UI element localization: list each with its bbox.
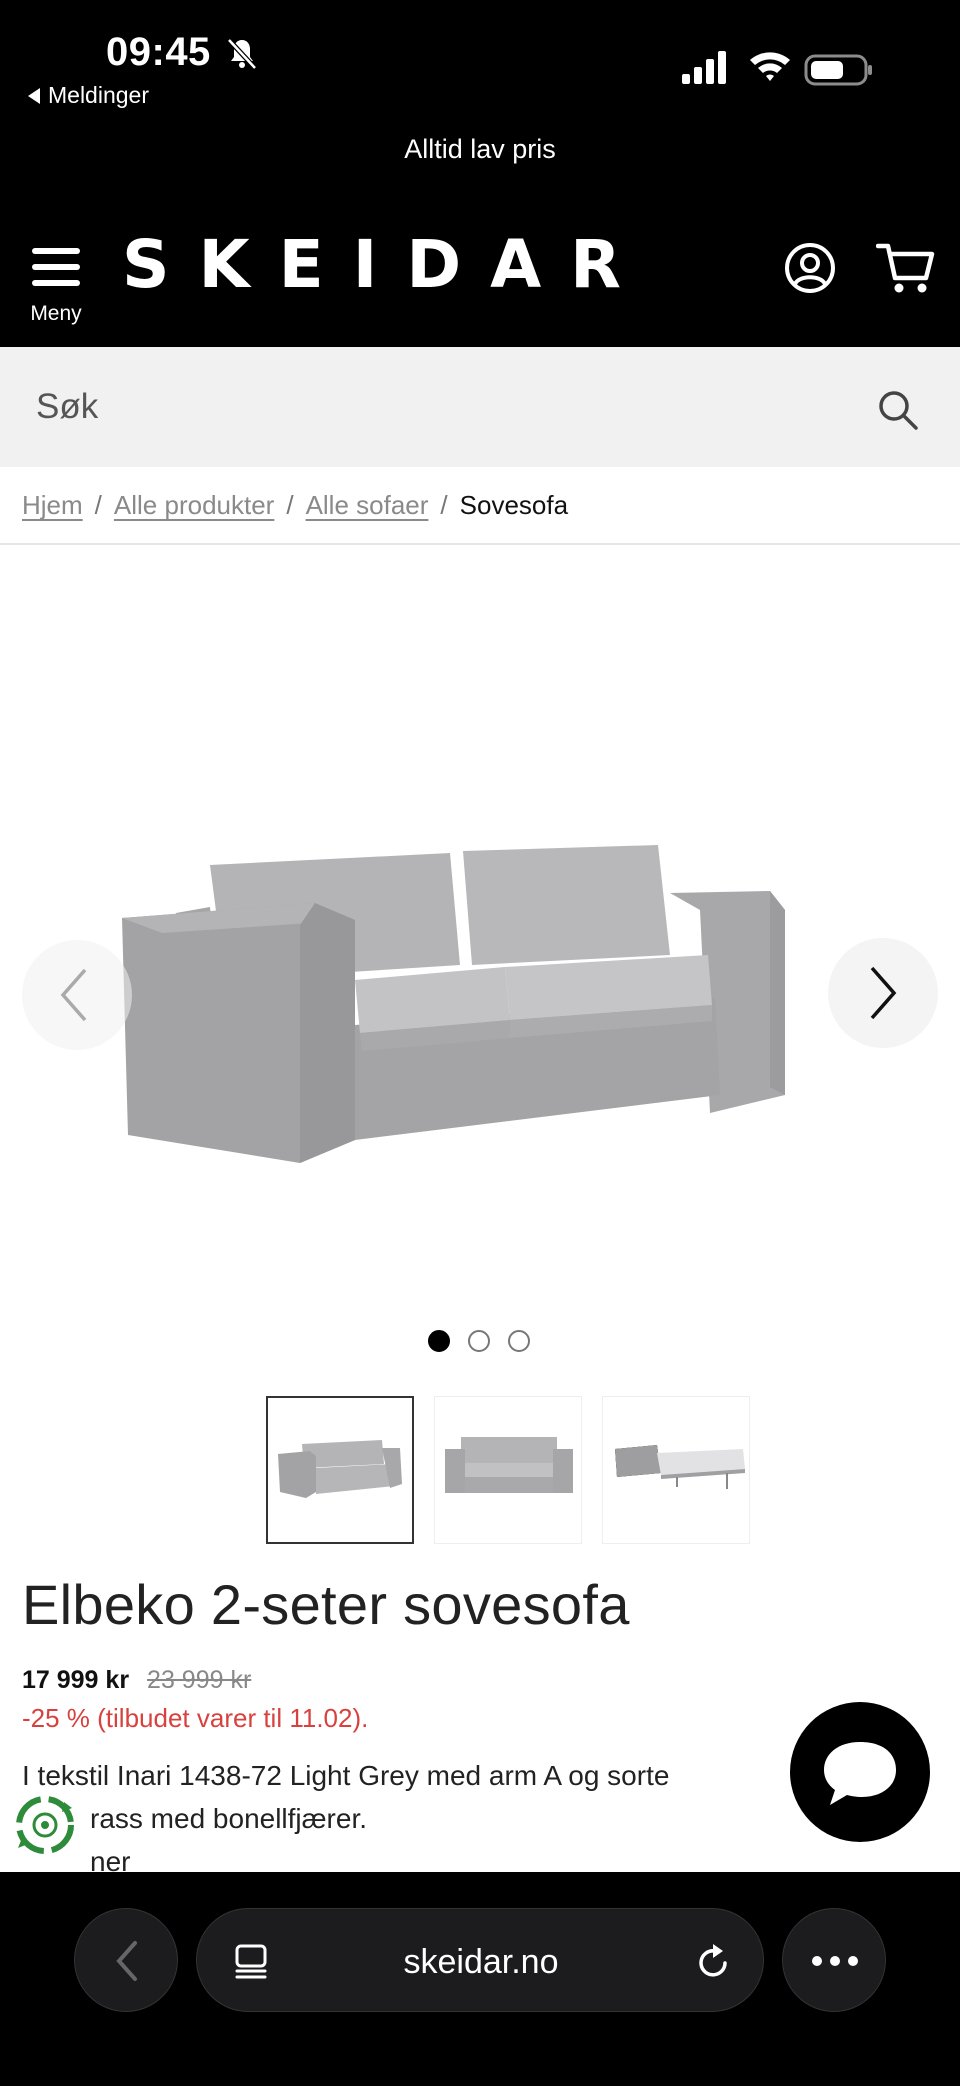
gallery-prev-button[interactable]	[22, 940, 132, 1050]
account-icon[interactable]	[784, 242, 836, 294]
pagination-dot[interactable]	[508, 1330, 530, 1352]
browser-bottom-bar: skeidar.no	[0, 1872, 960, 2086]
thumbnail-2[interactable]	[434, 1396, 582, 1544]
gallery-next-button[interactable]	[828, 938, 938, 1048]
back-app-label: Meldinger	[48, 82, 149, 108]
chevron-right-icon	[870, 966, 897, 1020]
breadcrumb-separator: /	[286, 490, 294, 520]
chat-bubble-icon	[824, 1742, 896, 1805]
wifi-icon	[750, 52, 790, 81]
menu-button[interactable]: Meny	[26, 242, 86, 325]
sofa-bed-thumbnail-image	[615, 1445, 745, 1489]
browser-back-button[interactable]	[74, 1908, 178, 2012]
status-time: 09:45	[106, 30, 211, 74]
cart-icon[interactable]	[876, 240, 936, 296]
price-row: 17 999 kr 23 999 kr	[22, 1666, 251, 1695]
old-price: 23 999 kr	[147, 1666, 252, 1694]
recycle-icon	[16, 1796, 74, 1854]
thumbnail-3[interactable]	[602, 1396, 750, 1544]
skeidar-logo[interactable]: SKEIDAR	[122, 226, 650, 303]
thumbnail-1[interactable]	[266, 1396, 414, 1544]
product-description: I tekstil Inari 1438-72 Light Grey med a…	[22, 1754, 842, 1883]
current-price: 17 999 kr	[22, 1666, 130, 1694]
pagination-dot[interactable]	[428, 1330, 450, 1352]
gallery-pagination	[428, 1330, 530, 1352]
product-title: Elbeko 2-seter sovesofa	[22, 1573, 630, 1636]
chevron-left-icon	[116, 1941, 137, 1981]
breadcrumb: Hjem / Alle produkter / Alle sofaer / So…	[22, 490, 568, 521]
breadcrumb-current: Sovesofa	[459, 490, 569, 520]
chevron-left-icon	[60, 968, 87, 1022]
thumbnail-strip	[266, 1396, 750, 1544]
more-dots-icon	[812, 1956, 858, 1966]
sofa-front-thumbnail-image	[445, 1437, 573, 1493]
search-input[interactable]	[36, 377, 836, 437]
breadcrumb-separator: /	[94, 490, 102, 520]
breadcrumb-home[interactable]: Hjem	[22, 490, 83, 521]
pagination-dot[interactable]	[468, 1330, 490, 1352]
promo-banner[interactable]: Alltid lav pris	[0, 134, 960, 165]
cellular-signal-icon	[682, 51, 726, 84]
browser-url-bar[interactable]: skeidar.no	[196, 1908, 764, 2012]
search-bar	[0, 347, 960, 467]
breadcrumb-all-products[interactable]: Alle produkter	[114, 490, 274, 521]
back-triangle-icon	[28, 87, 40, 104]
back-to-app-link[interactable]: Meldinger	[28, 82, 149, 109]
description-line: rass med bonellfjærer.	[90, 1803, 368, 1834]
search-icon[interactable]	[876, 388, 920, 432]
sofa-thumbnail-image	[278, 1440, 402, 1498]
chat-button[interactable]	[790, 1702, 930, 1842]
sofa-product-image	[122, 845, 785, 1163]
discount-text: -25 % (tilbudet varer til 11.02).	[22, 1703, 369, 1733]
reload-icon[interactable]	[695, 1941, 733, 1981]
breadcrumb-separator: /	[440, 490, 448, 520]
browser-url: skeidar.no	[403, 1943, 559, 1981]
browser-more-button[interactable]	[782, 1908, 886, 2012]
menu-label: Meny	[30, 302, 82, 325]
description-line: I tekstil Inari 1438-72 Light Grey med a…	[22, 1760, 670, 1791]
top-header: 09:45 Meldinger Alltid lav pris Meny SKE…	[0, 0, 960, 347]
battery-icon	[804, 54, 872, 86]
breadcrumb-all-sofas[interactable]: Alle sofaer	[306, 490, 429, 521]
product-gallery[interactable]	[0, 545, 960, 1295]
hamburger-icon	[32, 248, 80, 288]
bell-muted-icon	[227, 38, 257, 70]
